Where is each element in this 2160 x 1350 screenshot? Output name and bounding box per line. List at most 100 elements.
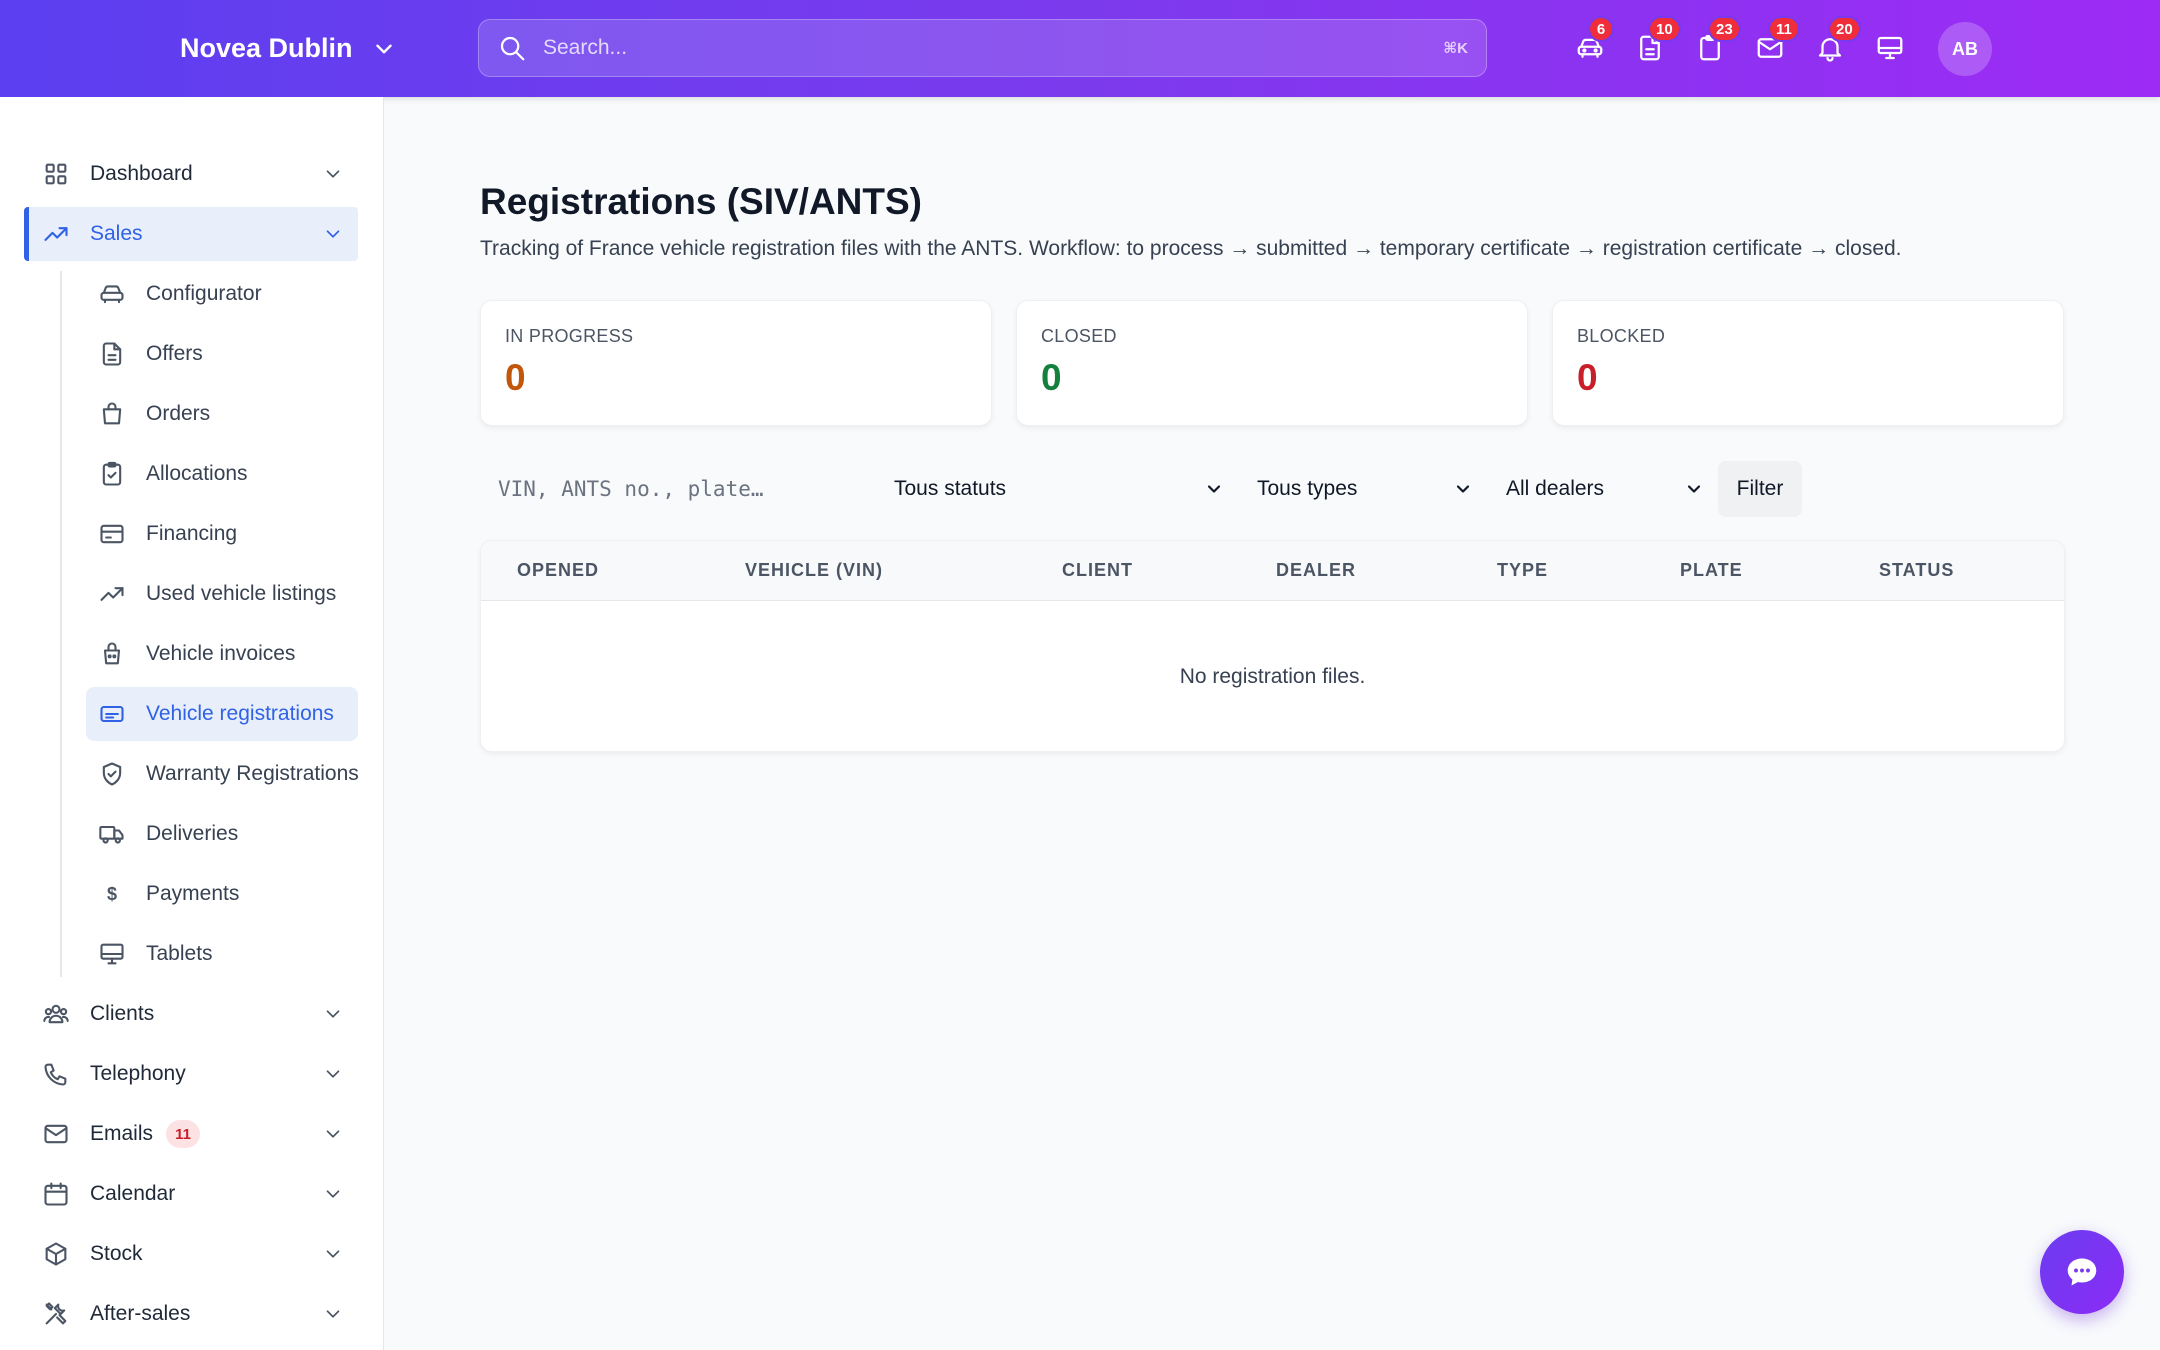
empty-state-message: No registration files. bbox=[1179, 665, 1366, 688]
stat-label: IN PROGRESS bbox=[505, 326, 634, 346]
notification-badge: 20 bbox=[1828, 16, 1861, 42]
sidebar-item-configurator[interactable]: Configurator bbox=[86, 267, 358, 321]
stat-value: 0 bbox=[505, 357, 526, 398]
workspace-switcher[interactable]: Novea Dublin bbox=[180, 0, 397, 97]
sidebar-item-label: Deliveries bbox=[146, 822, 239, 845]
type-select-value: Tous types bbox=[1257, 477, 1358, 500]
users-icon bbox=[43, 1004, 69, 1024]
chevron-down-icon bbox=[1207, 485, 1221, 493]
sidebar-item-label: Financing bbox=[146, 522, 238, 545]
sidebar-item-financing[interactable]: Financing bbox=[86, 507, 358, 561]
chevron-down-icon bbox=[326, 1070, 340, 1078]
top-bar: Novea Dublin ⌘K 6 10 23 11 20 AB bbox=[0, 0, 2160, 97]
messages-notifications-button[interactable]: 11 bbox=[1750, 16, 1800, 68]
chat-button[interactable] bbox=[2040, 1230, 2124, 1314]
registration-search-input[interactable] bbox=[480, 463, 860, 515]
stat-label: BLOCKED bbox=[1577, 326, 1666, 346]
notification-badge: 23 bbox=[1708, 16, 1741, 42]
column-header-status[interactable]: STATUS bbox=[1879, 560, 1954, 581]
sidebar-item-label: Configurator bbox=[146, 282, 262, 305]
type-select[interactable]: Tous types bbox=[1257, 463, 1473, 515]
sidebar-item-warranty-registrations[interactable]: Warranty Registrations bbox=[86, 747, 359, 801]
column-header-dealer[interactable]: DEALER bbox=[1276, 560, 1356, 581]
sidebar-item-label: Vehicle registrations bbox=[146, 702, 334, 725]
documents-notifications-button[interactable]: 10 bbox=[1630, 16, 1681, 68]
sidebar-item-dashboard[interactable]: Dashboard bbox=[24, 147, 358, 201]
sidebar-item-stock[interactable]: Stock bbox=[24, 1227, 358, 1281]
stat-label: CLOSED bbox=[1041, 326, 1117, 346]
status-select[interactable]: Tous statuts bbox=[894, 463, 1224, 515]
tools-icon bbox=[45, 1302, 67, 1325]
status-select-value: Tous statuts bbox=[894, 477, 1007, 500]
sidebar-item-label: Offers bbox=[146, 342, 203, 365]
sidebar-item-label: Orders bbox=[146, 402, 211, 425]
column-header-type[interactable]: TYPE bbox=[1497, 560, 1548, 581]
sidebar-item-label: Stock bbox=[90, 1242, 143, 1265]
sidebar-item-label: Clients bbox=[90, 1002, 155, 1025]
sidebar-item-deliveries[interactable]: Deliveries bbox=[86, 807, 358, 861]
sidebar-item-emails[interactable]: Emails 11 bbox=[24, 1107, 358, 1161]
sidebar-item-tablets[interactable]: Tablets bbox=[86, 927, 358, 981]
column-header-client[interactable]: CLIENT bbox=[1062, 560, 1133, 581]
chevron-down-icon bbox=[326, 230, 340, 238]
sidebar-item-label: Emails bbox=[90, 1122, 154, 1145]
sidebar-item-label: Payments bbox=[146, 882, 240, 905]
search-icon bbox=[500, 36, 525, 61]
tasks-notifications-button[interactable]: 23 bbox=[1690, 16, 1741, 68]
sidebar-item-vehicle-registrations[interactable]: Vehicle registrations bbox=[86, 687, 358, 741]
stat-card-in-progress: IN PROGRESS 0 bbox=[480, 300, 992, 426]
sidebar-item-label: Vehicle invoices bbox=[146, 642, 296, 665]
column-header-plate[interactable]: PLATE bbox=[1680, 560, 1743, 581]
sidebar-item-vehicle-invoices[interactable]: Vehicle invoices bbox=[86, 627, 358, 681]
trending-up-icon bbox=[100, 587, 124, 601]
dealer-select[interactable]: All dealers bbox=[1506, 463, 1704, 515]
sidebar-item-label: Tablets bbox=[146, 942, 213, 965]
notification-badge: 11 bbox=[1768, 16, 1800, 42]
alerts-notifications-button[interactable]: 20 bbox=[1810, 16, 1861, 68]
sidebar-item-label: After-sales bbox=[90, 1302, 191, 1325]
clipboard-check-icon bbox=[102, 461, 122, 486]
column-header-opened[interactable]: OPENED bbox=[517, 560, 599, 581]
box-icon bbox=[45, 1242, 67, 1266]
calendar-icon bbox=[44, 1182, 68, 1206]
screens-button[interactable] bbox=[1870, 28, 1910, 68]
user-avatar[interactable]: AB bbox=[1938, 22, 1992, 76]
sidebar-item-offers[interactable]: Offers bbox=[86, 327, 358, 381]
sidebar-item-payments[interactable]: $ Payments bbox=[86, 867, 358, 921]
sidebar-item-calendar[interactable]: Calendar bbox=[24, 1167, 358, 1221]
monitor-icon bbox=[100, 943, 124, 965]
mail-icon bbox=[44, 1124, 68, 1144]
id-card-icon bbox=[100, 705, 124, 723]
registrations-table: OPENED VEHICLE (VIN) CLIENT DEALER TYPE … bbox=[480, 540, 2065, 752]
vehicles-notifications-button[interactable]: 6 bbox=[1570, 16, 1614, 68]
global-search[interactable]: ⌘K bbox=[478, 19, 1487, 77]
document-icon bbox=[102, 342, 122, 366]
sidebar-item-telephony[interactable]: Telephony bbox=[24, 1047, 358, 1101]
notification-badge: 6 bbox=[1588, 16, 1614, 42]
workspace-name: Novea Dublin bbox=[180, 33, 353, 63]
bag-icon bbox=[102, 402, 122, 425]
sidebar-item-clients[interactable]: Clients bbox=[24, 987, 358, 1041]
search-input[interactable] bbox=[543, 36, 1428, 60]
sidebar-item-sales[interactable]: Sales bbox=[24, 207, 358, 261]
filter-button[interactable]: Filter bbox=[1718, 461, 1802, 517]
chevron-down-icon bbox=[375, 44, 392, 53]
sidebar-item-label: Used vehicle listings bbox=[146, 582, 337, 605]
sidebar-item-orders[interactable]: Orders bbox=[86, 387, 358, 441]
trending-up-icon bbox=[44, 227, 68, 241]
grid-icon bbox=[45, 163, 67, 185]
sidebar-item-label: Dashboard bbox=[90, 162, 193, 185]
column-header-vehicle[interactable]: VEHICLE (VIN) bbox=[745, 560, 883, 581]
sidebar: Dashboard Sales Configurator Offers Orde… bbox=[0, 97, 384, 1350]
sidebar-item-after-sales[interactable]: After-sales bbox=[24, 1287, 358, 1341]
sidebar-item-label: Calendar bbox=[90, 1182, 176, 1205]
dollar-icon: $ bbox=[106, 883, 117, 904]
chevron-down-icon bbox=[1456, 485, 1470, 493]
page-title: Registrations (SIV/ANTS) bbox=[480, 181, 922, 222]
chevron-down-icon bbox=[326, 1250, 340, 1258]
stat-value: 0 bbox=[1041, 357, 1062, 398]
receipt-icon bbox=[103, 642, 121, 665]
sidebar-item-used-vehicle-listings[interactable]: Used vehicle listings bbox=[86, 567, 358, 621]
unread-count-badge: 11 bbox=[166, 1120, 200, 1148]
sidebar-item-allocations[interactable]: Allocations bbox=[86, 447, 358, 501]
